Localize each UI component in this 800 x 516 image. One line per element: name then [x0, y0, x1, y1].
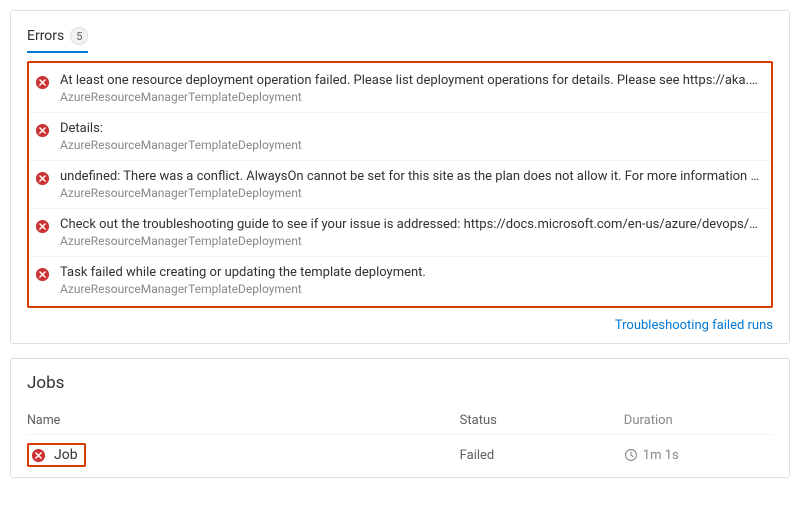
error-icon — [35, 267, 50, 282]
error-row[interactable]: Details: AzureResourceManagerTemplateDep… — [29, 112, 771, 160]
job-name: Job — [54, 447, 78, 463]
error-icon — [35, 75, 50, 90]
error-text: Details: AzureResourceManagerTemplateDep… — [60, 121, 765, 152]
error-source: AzureResourceManagerTemplateDeployment — [60, 282, 765, 296]
troubleshoot-area: Troubleshooting failed runs — [27, 318, 773, 333]
errors-panel: Errors 5 At least one resource deploymen… — [10, 10, 790, 344]
error-text: Check out the troubleshooting guide to s… — [60, 217, 765, 248]
error-icon — [35, 219, 50, 234]
error-source: AzureResourceManagerTemplateDeployment — [60, 234, 765, 248]
jobs-header-duration-label: Duration — [624, 413, 673, 428]
clock-icon — [624, 448, 638, 462]
job-name-highlight: Job — [27, 443, 86, 467]
error-message: Task failed while creating or updating t… — [60, 265, 765, 280]
jobs-header-status: Status — [460, 413, 624, 428]
error-text: undefined: There was a conflict. AlwaysO… — [60, 169, 765, 200]
error-row[interactable]: undefined: There was a conflict. AlwaysO… — [29, 160, 771, 208]
tab-errors[interactable]: Errors 5 — [27, 25, 88, 53]
jobs-header-name: Name — [27, 413, 460, 428]
jobs-header-duration: Duration — [624, 413, 773, 428]
error-source: AzureResourceManagerTemplateDeployment — [60, 186, 765, 200]
job-status: Failed — [460, 448, 624, 463]
jobs-title: Jobs — [27, 373, 773, 393]
error-source: AzureResourceManagerTemplateDeployment — [60, 138, 765, 152]
error-icon — [31, 448, 46, 463]
job-duration: 1m 1s — [643, 448, 679, 463]
error-row[interactable]: Check out the troubleshooting guide to s… — [29, 208, 771, 256]
error-icon — [35, 171, 50, 186]
error-message: At least one resource deployment operati… — [60, 73, 765, 88]
tab-errors-label: Errors — [27, 28, 64, 44]
job-row[interactable]: Job Failed 1m 1s — [27, 434, 773, 467]
errors-highlight-box: At least one resource deployment operati… — [27, 61, 773, 308]
troubleshooting-link[interactable]: Troubleshooting failed runs — [615, 318, 773, 333]
error-row[interactable]: At least one resource deployment operati… — [29, 65, 771, 112]
error-message: undefined: There was a conflict. AlwaysO… — [60, 169, 765, 184]
jobs-panel: Jobs Name Status Duration Job Failed 1m … — [10, 358, 790, 478]
jobs-header-row: Name Status Duration — [27, 407, 773, 434]
errors-count-badge: 5 — [70, 27, 88, 45]
error-row[interactable]: Task failed while creating or updating t… — [29, 256, 771, 304]
error-icon — [35, 123, 50, 138]
error-message: Check out the troubleshooting guide to s… — [60, 217, 765, 232]
error-text: Task failed while creating or updating t… — [60, 265, 765, 296]
errors-tabs: Errors 5 — [27, 25, 773, 53]
error-source: AzureResourceManagerTemplateDeployment — [60, 90, 765, 104]
error-text: At least one resource deployment operati… — [60, 73, 765, 104]
error-message: Details: — [60, 121, 765, 136]
